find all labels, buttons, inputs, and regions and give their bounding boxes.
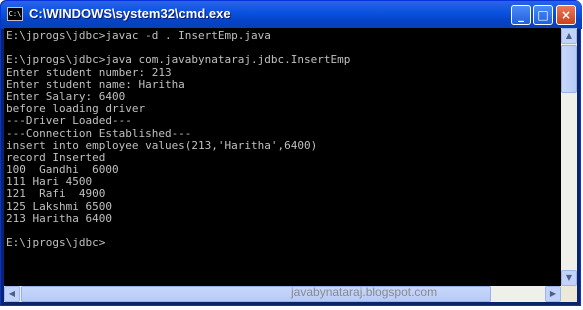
horizontal-scrollbar[interactable]: ◀ ▶ <box>4 286 561 302</box>
console-line: ---Connection Established--- <box>6 126 192 140</box>
scroll-left-button[interactable]: ◀ <box>4 286 20 302</box>
scroll-right-button[interactable]: ▶ <box>545 286 561 302</box>
close-button[interactable]: × <box>556 5 576 25</box>
console-line: E:\jprogs\jdbc> <box>6 236 106 250</box>
console-line: 121 Rafi 4900 <box>6 187 106 201</box>
minimize-button[interactable]: _ <box>511 5 531 25</box>
vertical-scrollbar[interactable]: ▲ ▼ <box>561 28 577 286</box>
console-line: Enter student number: 213 <box>6 65 172 79</box>
console-output[interactable]: E:\jprogs\jdbc>javac -d . InsertEmp.java… <box>4 28 561 286</box>
maximize-button[interactable]: □ <box>533 5 553 25</box>
vertical-scroll-thumb[interactable] <box>561 45 577 93</box>
console-line: 213 Haritha 6400 <box>6 211 112 225</box>
window-title: C:\WINDOWS\system32\cmd.exe <box>29 6 231 21</box>
cmd-icon[interactable]: C:\ <box>7 7 23 21</box>
console-line: ---Driver Loaded--- <box>6 114 132 128</box>
resize-grip[interactable] <box>561 286 577 302</box>
console-line: E:\jprogs\jdbc>javac -d . InsertEmp.java <box>6 29 271 42</box>
watermark-text: javabynataraj.blogspot.com <box>291 285 438 299</box>
scroll-up-button[interactable]: ▲ <box>561 28 577 44</box>
title-bar[interactable]: C:\ C:\WINDOWS\system32\cmd.exe _ □ × <box>1 1 582 29</box>
console-line: E:\jprogs\jdbc>java com.javabynataraj.jd… <box>6 53 351 67</box>
console-text: E:\jprogs\jdbc>javac -d . InsertEmp.java… <box>4 28 561 249</box>
scroll-down-button[interactable]: ▼ <box>561 270 577 286</box>
console-line: 125 Lakshmi 6500 <box>6 199 112 213</box>
